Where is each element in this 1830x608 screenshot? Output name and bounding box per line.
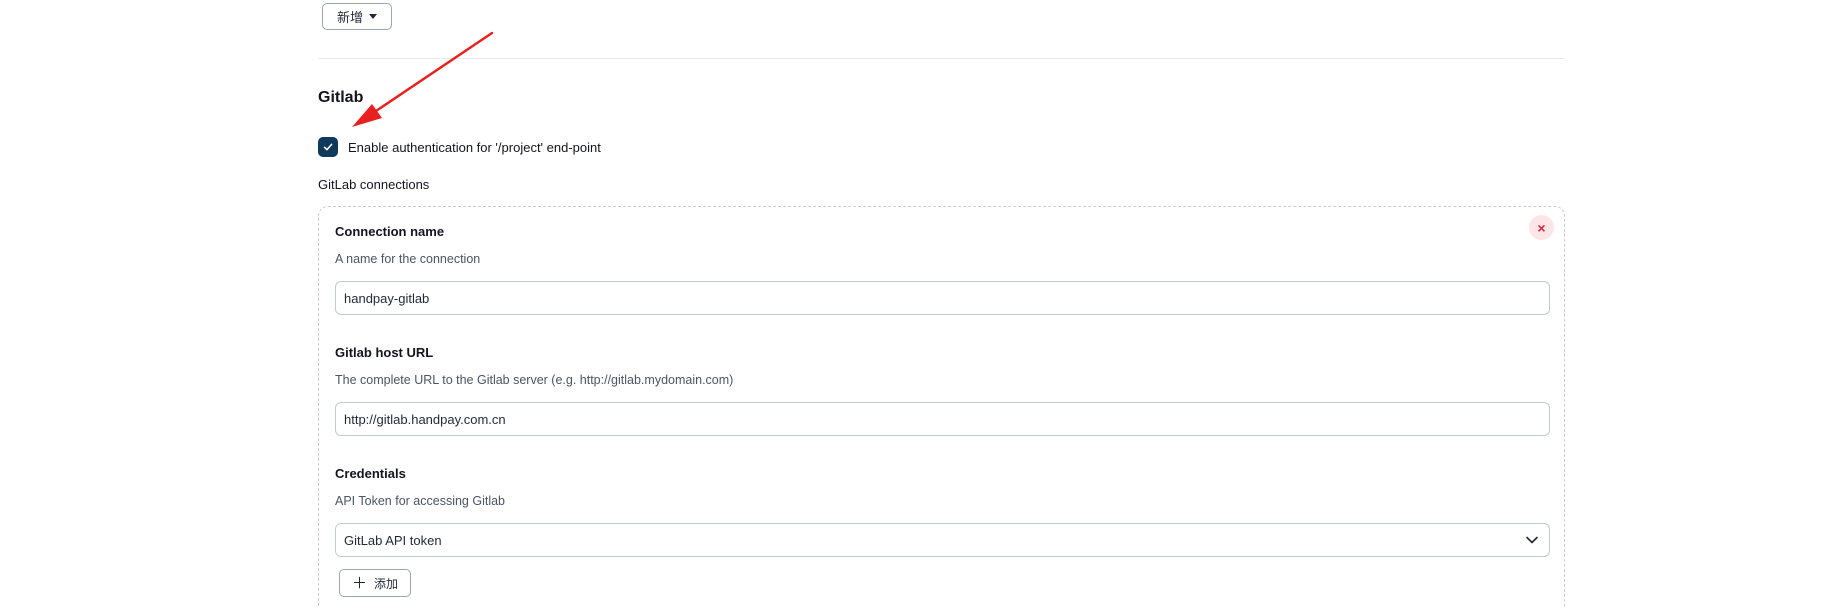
gitlab-host-url-label: Gitlab host URL [335,345,434,360]
enable-auth-row: Enable authentication for '/project' end… [318,137,601,157]
gitlab-host-url-input[interactable]: http://gitlab.handpay.com.cn [335,402,1550,436]
section-title: Gitlab [318,89,364,106]
enable-auth-checkbox[interactable] [318,137,338,157]
connection-name-desc: A name for the connection [335,252,481,266]
chevron-down-icon [1526,536,1538,544]
plus-icon: ＋ [352,574,368,592]
gitlab-host-url-value: http://gitlab.handpay.com.cn [344,411,506,427]
connection-name-input[interactable]: handpay-gitlab [335,281,1550,315]
gitlab-host-url-desc: The complete URL to the Gitlab server (e… [335,373,734,387]
credentials-label: Credentials [335,466,406,481]
credentials-selected-value: GitLab API token [344,532,442,548]
section-divider [318,58,1564,59]
add-credentials-label: 添加 [374,576,399,591]
caret-down-icon [369,14,378,19]
credentials-select[interactable]: GitLab API token [335,523,1550,557]
enable-auth-label: Enable authentication for '/project' end… [348,139,601,155]
add-new-dropdown-button[interactable]: 新增 [322,3,393,30]
gitlab-connections-label: GitLab connections [318,177,430,192]
add-new-label: 新增 [337,10,364,25]
connection-name-value: handpay-gitlab [344,290,430,306]
add-credentials-button[interactable]: ＋ 添加 [339,569,412,597]
checkmark-icon [323,143,333,151]
credentials-desc: API Token for accessing Gitlab [335,494,505,508]
page: 新增 Gitlab Enable authentication for '/pr… [0,0,1830,608]
gitlab-connection-item: × Connection name A name for the connect… [318,206,1565,608]
connection-name-label: Connection name [335,224,445,239]
delete-connection-button[interactable]: × [1529,215,1554,240]
close-icon: × [1537,219,1546,236]
